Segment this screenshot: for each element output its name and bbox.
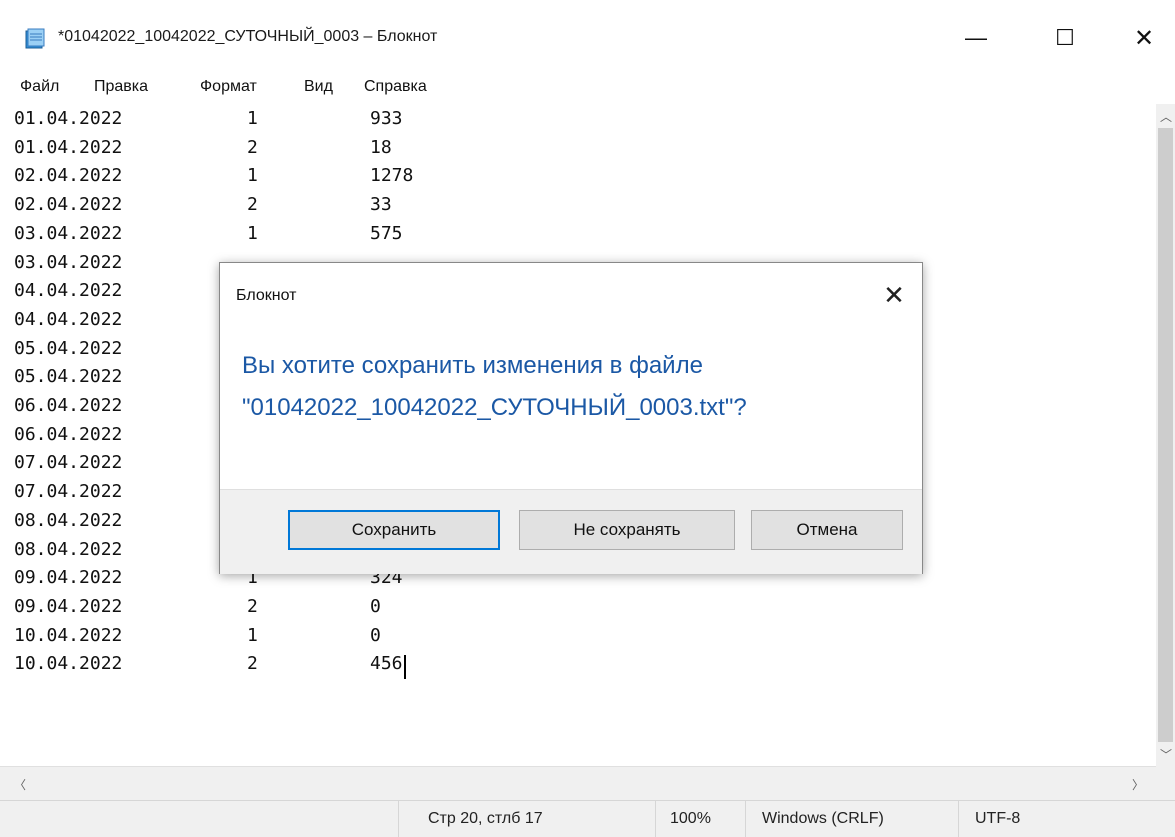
title-bar: *01042022_10042022_СУТОЧНЫЙ_0003 – Блокн… xyxy=(0,0,1175,76)
dialog-message: Вы хотите сохранить изменения в файле "0… xyxy=(242,345,912,429)
status-divider xyxy=(958,801,959,837)
dialog-button-row: Сохранить Не сохранять Отмена xyxy=(220,489,922,574)
status-divider xyxy=(745,801,746,837)
line-date: 09.04.2022 xyxy=(14,567,123,589)
save-button[interactable]: Сохранить xyxy=(288,510,500,550)
line-date: 06.04.2022 xyxy=(14,395,123,416)
scroll-up-icon[interactable]: ︿ xyxy=(1160,108,1172,125)
line-shift: 2 xyxy=(247,595,258,617)
status-zoom: 100% xyxy=(670,810,711,827)
line-shift: 2 xyxy=(247,194,258,216)
close-icon: ✕ xyxy=(1133,24,1155,52)
scroll-left-icon[interactable]: 〈 xyxy=(14,776,26,793)
close-window-button[interactable]: ✕ xyxy=(1115,0,1173,76)
status-encoding: UTF-8 xyxy=(975,810,1021,827)
line-shift: 2 xyxy=(247,136,258,158)
menu-bar: Файл Правка Формат Вид Справка xyxy=(0,76,1175,102)
scroll-down-icon[interactable]: ﹀ xyxy=(1160,746,1172,763)
line-date: 10.04.2022 xyxy=(14,624,123,646)
line-date: 01.04.2022 xyxy=(14,108,123,129)
status-cursor-position: Стр 20, стлб 17 xyxy=(428,810,543,827)
minimize-icon: — xyxy=(965,25,987,50)
menu-format[interactable]: Формат xyxy=(200,78,257,96)
line-date: 08.04.2022 xyxy=(14,538,123,560)
horizontal-scrollbar[interactable]: 〈 〉 xyxy=(0,766,1156,801)
status-divider xyxy=(655,801,656,837)
line-date: 02.04.2022 xyxy=(14,165,123,187)
maximize-icon: ☐ xyxy=(1055,25,1075,50)
cancel-button[interactable]: Отмена xyxy=(751,510,903,550)
window-title: *01042022_10042022_СУТОЧНЫЙ_0003 – Блокн… xyxy=(58,28,438,45)
dialog-title: Блокнот xyxy=(236,287,297,304)
menu-help[interactable]: Справка xyxy=(364,78,427,96)
minimize-button[interactable]: — xyxy=(947,0,1005,76)
menu-file[interactable]: Файл xyxy=(20,78,59,96)
dialog-message-line: Вы хотите сохранить изменения в файле xyxy=(242,352,703,379)
status-bar: Стр 20, стлб 17 100% Windows (CRLF) UTF-… xyxy=(0,800,1175,837)
line-shift: 1 xyxy=(247,222,258,244)
line-date: 06.04.2022 xyxy=(14,423,123,445)
line-date: 02.04.2022 xyxy=(14,194,123,216)
line-date: 07.04.2022 xyxy=(14,452,123,474)
line-date: 04.04.2022 xyxy=(14,308,123,330)
line-date: 04.04.2022 xyxy=(14,280,123,302)
line-date: 03.04.2022 xyxy=(14,222,123,244)
vertical-scroll-thumb[interactable] xyxy=(1158,128,1173,742)
line-date: 05.04.2022 xyxy=(14,337,123,359)
line-date: 09.04.2022 xyxy=(14,595,123,617)
line-date: 07.04.2022 xyxy=(14,481,123,503)
menu-view[interactable]: Вид xyxy=(304,78,333,96)
line-count: 33 xyxy=(370,194,392,216)
line-date: 03.04.2022 xyxy=(14,251,123,273)
vertical-scrollbar[interactable]: ︿ ﹀ xyxy=(1156,104,1175,766)
line-date: 10.04.2022 xyxy=(14,653,123,675)
scrollbar-corner xyxy=(1156,766,1175,800)
maximize-button[interactable]: ☐ xyxy=(1036,0,1094,76)
line-count: 18 xyxy=(370,136,392,158)
line-count: 1278 xyxy=(370,165,414,187)
scroll-right-icon[interactable]: 〉 xyxy=(1132,776,1144,793)
line-count: 0 xyxy=(370,624,381,646)
status-divider xyxy=(398,801,399,837)
save-changes-dialog: Блокнот ✕ Вы хотите сохранить изменения … xyxy=(219,262,923,574)
notepad-icon xyxy=(24,28,46,50)
status-line-endings: Windows (CRLF) xyxy=(762,810,884,827)
text-caret xyxy=(404,655,406,680)
line-shift: 1 xyxy=(247,624,258,646)
dont-save-button[interactable]: Не сохранять xyxy=(519,510,735,550)
line-count: 0 xyxy=(370,595,381,617)
dialog-message-filename: "01042022_10042022_СУТОЧНЫЙ_0003.txt"? xyxy=(242,394,747,421)
line-shift: 1 xyxy=(247,165,258,187)
line-count: 575 xyxy=(370,222,403,244)
line-count: 456 xyxy=(370,653,403,675)
menu-edit[interactable]: Правка xyxy=(94,78,148,96)
line-shift: 2 xyxy=(247,653,258,675)
line-date: 08.04.2022 xyxy=(14,509,123,531)
line-date: 01.04.2022 xyxy=(14,136,123,158)
line-count: 933 xyxy=(370,108,403,129)
dialog-close-button[interactable]: ✕ xyxy=(876,277,912,313)
line-date: 05.04.2022 xyxy=(14,366,123,388)
close-icon: ✕ xyxy=(883,279,905,310)
line-shift: 1 xyxy=(247,108,258,129)
